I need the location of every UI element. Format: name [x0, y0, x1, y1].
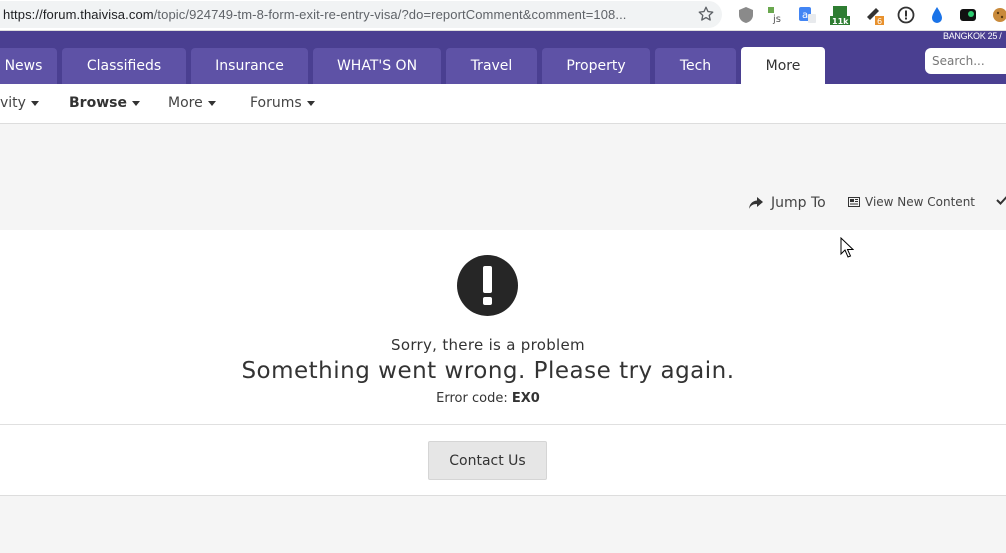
- subnav-activity[interactable]: vity: [0, 95, 39, 111]
- jump-to-button[interactable]: Jump To: [748, 195, 826, 211]
- droplet-extension-icon[interactable]: [927, 5, 947, 25]
- browser-toolbar: https://forum.thaivisa.com/topic/924749-…: [0, 0, 1006, 31]
- error-code: Error code: EX0: [0, 391, 976, 406]
- share-arrow-icon: [749, 197, 763, 209]
- newspaper-icon: [848, 197, 860, 207]
- tab-property[interactable]: Property: [542, 48, 650, 84]
- search-input[interactable]: Search...: [925, 48, 1006, 74]
- translate-extension-icon[interactable]: a: [797, 5, 817, 25]
- subnav-more[interactable]: More: [168, 95, 216, 111]
- error-panel: Sorry, there is a problem Something went…: [0, 230, 1006, 425]
- address-bar[interactable]: https://forum.thaivisa.com/topic/924749-…: [0, 1, 722, 28]
- subnav-forums[interactable]: Forums: [250, 95, 315, 111]
- tab-classifieds[interactable]: Classifieds: [62, 48, 186, 84]
- chevron-down-icon: [30, 101, 39, 106]
- search-placeholder: Search...: [932, 54, 985, 68]
- date-stamp: BANGKOK 25 /: [943, 31, 1002, 41]
- subnav-activity-label: vity: [0, 95, 26, 111]
- error-message: Something went wrong. Please try again.: [241, 358, 735, 384]
- cookie-extension-icon[interactable]: [990, 5, 1006, 25]
- chevron-down-icon: [207, 101, 216, 106]
- button-area: Contact Us: [0, 425, 1006, 496]
- chevron-down-icon: [131, 101, 140, 106]
- view-new-content-button[interactable]: View New Content: [848, 195, 975, 209]
- exclamation-icon: [457, 255, 518, 316]
- error-subtitle: Sorry, there is a problem: [391, 336, 585, 354]
- tab-travel[interactable]: Travel: [446, 48, 537, 84]
- url-path: /topic/924749-tm-8-form-exit-re-entry-vi…: [153, 7, 627, 22]
- chevron-down-icon: [306, 101, 315, 106]
- dark-extension-icon[interactable]: [958, 5, 978, 25]
- svg-text:11k: 11k: [832, 17, 849, 25]
- mouse-pointer-icon: [840, 237, 854, 258]
- svg-text:js: js: [772, 14, 781, 25]
- contact-us-button[interactable]: Contact Us: [428, 441, 547, 480]
- error-code-label: Error code:: [436, 391, 508, 406]
- tab-tech[interactable]: Tech: [655, 48, 736, 84]
- error-code-value: EX0: [511, 391, 540, 406]
- subnav-browse-label: Browse: [69, 95, 127, 111]
- info-extension-icon[interactable]: [896, 5, 916, 25]
- checkmark-icon: [996, 196, 1006, 205]
- tab-insurance[interactable]: Insurance: [191, 48, 308, 84]
- rocket-extension-icon[interactable]: 6: [864, 5, 884, 25]
- svg-text:6: 6: [877, 17, 882, 25]
- view-new-content-label: View New Content: [865, 195, 976, 209]
- counter-extension-icon[interactable]: 11k: [830, 5, 850, 25]
- bookmark-star-icon[interactable]: [697, 5, 715, 23]
- page-actions: Jump To View New Content: [0, 124, 1006, 230]
- mark-read-button[interactable]: [996, 195, 1006, 205]
- tab-news[interactable]: News: [0, 48, 57, 84]
- subnav-forums-label: Forums: [250, 95, 302, 111]
- jump-to-label: Jump To: [771, 195, 826, 211]
- subnav-browse[interactable]: Browse: [69, 95, 140, 111]
- sub-navigation: vity Browse More Forums: [0, 84, 1006, 124]
- tab-more[interactable]: More: [741, 47, 825, 84]
- js-extension-icon[interactable]: js: [766, 5, 786, 25]
- main-navigation: BANGKOK 25 / News Classifieds Insurance …: [0, 31, 1006, 84]
- url-host: https://forum.thaivisa.com: [3, 7, 154, 22]
- url-text: https://forum.thaivisa.com/topic/924749-…: [3, 7, 627, 22]
- svg-text:a: a: [802, 10, 808, 21]
- subnav-more-label: More: [168, 95, 203, 111]
- tab-whats-on[interactable]: WHAT'S ON: [313, 48, 441, 84]
- shield-extension-icon[interactable]: [736, 5, 756, 25]
